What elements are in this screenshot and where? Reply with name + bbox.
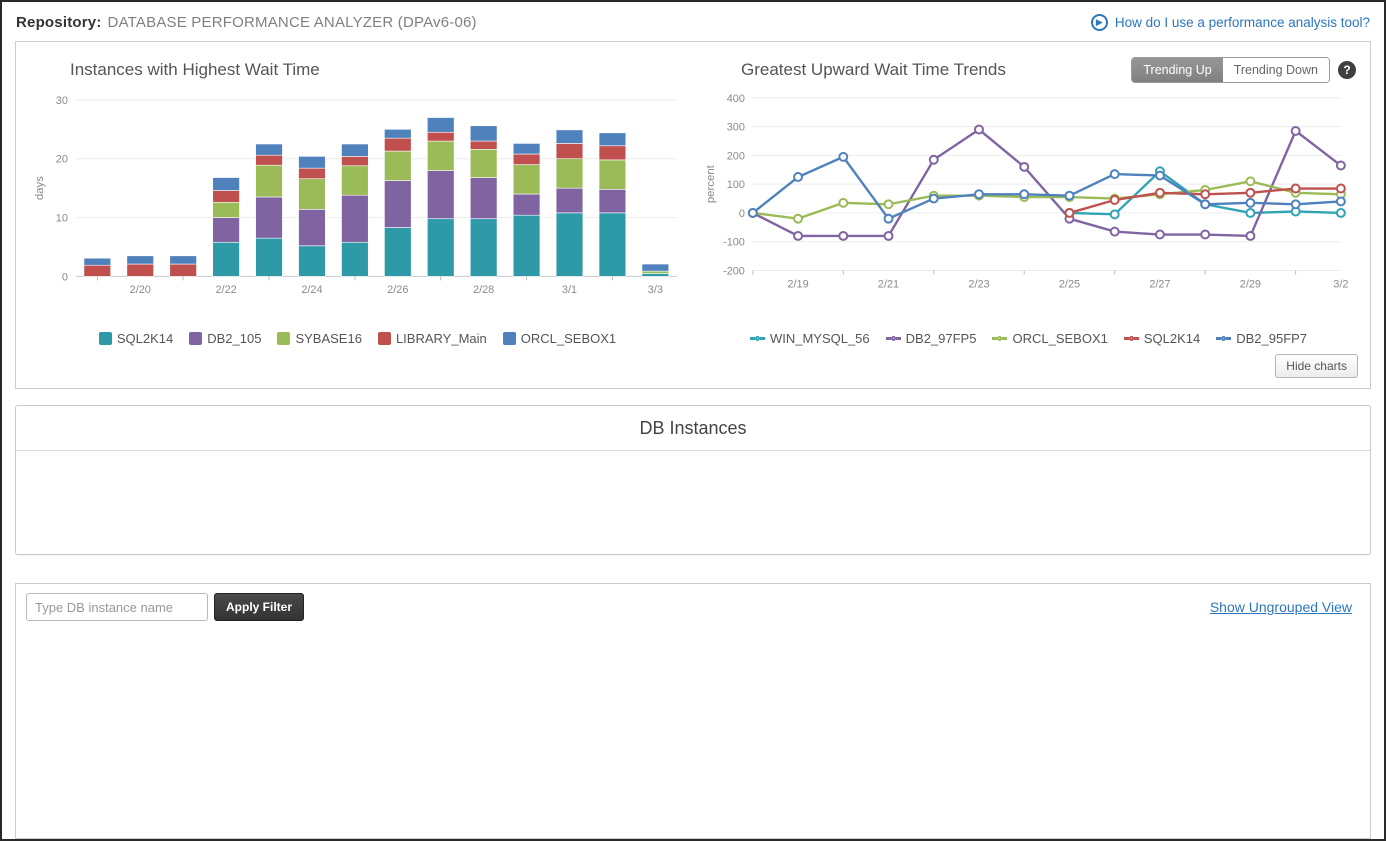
legend-swatch-icon xyxy=(277,332,290,345)
svg-text:2/26: 2/26 xyxy=(387,284,408,296)
legend-swatch-icon xyxy=(378,332,391,345)
wait-time-bar-chart-section: Instances with Highest Wait Time 0 10 20 30… xyxy=(22,56,693,352)
svg-text:2/27: 2/27 xyxy=(1149,278,1170,290)
help-circle-icon[interactable]: ? xyxy=(1338,61,1356,79)
legend-item-library-main: LIBRARY_Main xyxy=(378,331,487,346)
svg-text:10: 10 xyxy=(56,213,68,225)
svg-text:2/25: 2/25 xyxy=(1059,278,1080,290)
page-title: Repository: DATABASE PERFORMANCE ANALYZER… xyxy=(16,14,477,31)
charts-row: Instances with Highest Wait Time 0 10 20 30… xyxy=(22,56,1364,352)
apply-filter-button[interactable]: Apply Filter xyxy=(214,593,304,621)
summary-cards-row: DB Instances xyxy=(15,405,1371,555)
legend-label: WIN_MYSQL_56 xyxy=(770,331,870,346)
legend-label: ORCL_SEBOX1 xyxy=(1012,331,1107,346)
show-ungrouped-view-link[interactable]: Show Ungrouped View xyxy=(1210,599,1352,615)
svg-text:-100: -100 xyxy=(723,237,745,249)
svg-text:2/19: 2/19 xyxy=(787,278,808,290)
trending-down-button[interactable]: Trending Down xyxy=(1223,58,1329,82)
svg-text:percent: percent xyxy=(705,164,717,203)
repository-label: Repository: xyxy=(16,14,102,31)
line-chart-legend: WIN_MYSQL_56 DB2_97FP5 ORCL_SEBOX1 SQL2K14 D… xyxy=(693,324,1364,352)
hide-charts-button[interactable]: Hide charts xyxy=(1275,354,1358,378)
line-chart-svg: -200 -100 0 100 200 300 400 percent 2/19 2/21 2/23… xyxy=(693,86,1364,324)
line-chart-head: Greatest Upward Wait Time Trends Trendin… xyxy=(693,56,1364,86)
svg-text:30: 30 xyxy=(56,95,68,107)
svg-text:2/21: 2/21 xyxy=(878,278,899,290)
legend-item-orcl-sebox1: ORCL_SEBOX1 xyxy=(992,331,1107,346)
svg-text:3/1: 3/1 xyxy=(562,284,577,296)
svg-text:2/20: 2/20 xyxy=(130,284,151,296)
svg-text:0: 0 xyxy=(62,271,68,283)
trend-line-chart-section: Greatest Upward Wait Time Trends Trendin… xyxy=(693,56,1364,352)
svg-text:2/24: 2/24 xyxy=(301,284,322,296)
legend-label: SQL2K14 xyxy=(1144,331,1200,346)
legend-item-sql2k14: SQL2K14 xyxy=(1124,331,1200,346)
svg-text:3/3: 3/3 xyxy=(648,284,663,296)
legend-item-sybase16: SYBASE16 xyxy=(277,331,362,346)
hide-charts-row: Hide charts xyxy=(22,352,1364,384)
legend-item-sql2k14: SQL2K14 xyxy=(99,331,173,346)
line-chart-title: Greatest Upward Wait Time Trends xyxy=(741,60,1131,80)
legend-swatch-icon xyxy=(189,332,202,345)
legend-item-win-mysql-56: WIN_MYSQL_56 xyxy=(750,331,870,346)
svg-text:20: 20 xyxy=(56,154,68,166)
legend-swatch-icon xyxy=(99,332,112,345)
legend-label: ORCL_SEBOX1 xyxy=(521,331,616,346)
help-link-label: How do I use a performance analysis tool… xyxy=(1115,15,1370,30)
bar-chart-legend: SQL2K14 DB2_105 SYBASE16 LIBRARY_Main ORCL_S… xyxy=(22,324,693,352)
svg-text:2/22: 2/22 xyxy=(216,284,237,296)
filter-bar: Apply Filter Show Ungrouped View xyxy=(16,584,1370,630)
legend-item-db2-95fp7: DB2_95FP7 xyxy=(1216,331,1307,346)
legend-item-db2-105: DB2_105 xyxy=(189,331,261,346)
legend-label: DB2_105 xyxy=(207,331,261,346)
charts-panel: Instances with Highest Wait Time 0 10 20 30… xyxy=(15,41,1371,389)
svg-text:days: days xyxy=(34,176,46,200)
trend-toggle-group: Trending Up Trending Down xyxy=(1131,57,1330,83)
legend-line-marker-icon xyxy=(886,336,901,341)
bar-chart-head: Instances with Highest Wait Time xyxy=(22,56,693,86)
bar-chart-title: Instances with Highest Wait Time xyxy=(70,60,685,80)
card-body xyxy=(16,451,1370,481)
play-icon: ▶ xyxy=(1091,14,1108,31)
svg-text:3/2: 3/2 xyxy=(1333,278,1348,290)
card-title: DB Instances xyxy=(16,406,1370,451)
svg-text:0: 0 xyxy=(739,208,745,220)
svg-text:100: 100 xyxy=(727,179,745,191)
svg-text:200: 200 xyxy=(727,150,745,162)
instances-panel: Apply Filter Show Ungrouped View xyxy=(15,583,1371,839)
svg-text:2/28: 2/28 xyxy=(473,284,494,296)
legend-item-orcl-sebox1: ORCL_SEBOX1 xyxy=(503,331,616,346)
help-link[interactable]: ▶ How do I use a performance analysis to… xyxy=(1091,14,1370,31)
dpa-dashboard: Repository: DATABASE PERFORMANCE ANALYZER… xyxy=(0,0,1386,841)
legend-label: SYBASE16 xyxy=(295,331,362,346)
legend-label: DB2_95FP7 xyxy=(1236,331,1307,346)
legend-item-db2-97fp5: DB2_97FP5 xyxy=(886,331,977,346)
svg-text:300: 300 xyxy=(727,122,745,134)
legend-line-marker-icon xyxy=(750,336,765,341)
legend-line-marker-icon xyxy=(1216,336,1231,341)
legend-label: LIBRARY_Main xyxy=(396,331,487,346)
svg-text:2/23: 2/23 xyxy=(968,278,989,290)
bar-chart-svg: 0 10 20 30 days 2/20 2/22 2/24 2/26 2/28 3/1 3/3 xyxy=(22,86,693,324)
legend-label: DB2_97FP5 xyxy=(906,331,977,346)
legend-swatch-icon xyxy=(503,332,516,345)
svg-text:2/29: 2/29 xyxy=(1240,278,1261,290)
summary-card-db-instances: DB Instances xyxy=(15,405,1371,555)
legend-label: SQL2K14 xyxy=(117,331,173,346)
svg-text:-200: -200 xyxy=(723,265,745,277)
legend-line-marker-icon xyxy=(992,336,1007,341)
top-bar: Repository: DATABASE PERFORMANCE ANALYZER… xyxy=(2,2,1384,41)
instance-filter-input[interactable] xyxy=(26,593,208,621)
trending-up-button[interactable]: Trending Up xyxy=(1132,58,1222,82)
legend-line-marker-icon xyxy=(1124,336,1139,341)
repository-name: DATABASE PERFORMANCE ANALYZER (DPAv6-06) xyxy=(108,14,477,31)
svg-text:400: 400 xyxy=(727,93,745,105)
